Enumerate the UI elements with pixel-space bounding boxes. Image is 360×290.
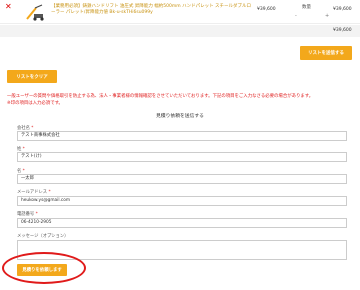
- required-mark: *: [35, 212, 38, 217]
- email-field[interactable]: heukow.ys@gmail.com: [17, 196, 347, 206]
- lastname-field[interactable]: テスト(け): [17, 152, 347, 162]
- phone-label: 電話番号 *: [17, 211, 38, 217]
- phone-field[interactable]: 06-4210-2905: [17, 218, 347, 228]
- email-label: メールアドレス *: [17, 189, 51, 195]
- notice-line: 一般ユーザーの質問や価格取引を防止する為、法人・事業者様の情報確認をさせていただ…: [7, 94, 314, 99]
- company-field[interactable]: テスト商事株式会社: [17, 131, 347, 141]
- phone-label-text: 電話番号: [17, 212, 35, 217]
- message-label: メッセージ（オプション）: [17, 234, 69, 239]
- form-title: 見積り依頼を送信する: [156, 114, 204, 119]
- required-mark: *: [48, 190, 51, 195]
- quantity-label: 数量: [302, 5, 311, 10]
- notice-text: 一般ユーザーの質問や価格取引を防止する為、法人・事業者様の情報確認をさせていただ…: [7, 93, 353, 107]
- product-thumbnail[interactable]: [24, 2, 46, 22]
- cart-total-bar: ¥39,600: [0, 25, 360, 37]
- remove-item-icon[interactable]: ✕: [5, 3, 12, 11]
- line-total: ¥39,600: [333, 7, 352, 12]
- cart-item-row: ✕ 【業務用必須】鋳鉄ハンドリフト 油圧式 昇降能力 幅約500mm ハンドパレ…: [0, 0, 360, 24]
- clear-list-button[interactable]: リストをクリア: [7, 70, 57, 83]
- cart-total: ¥39,600: [333, 28, 352, 33]
- highlight-annotation: [2, 252, 86, 284]
- required-note: ※印の項目は入力必須です。: [7, 101, 63, 106]
- product-name-link[interactable]: 【業務用必須】鋳鉄ハンドリフト 油圧式 昇降能力 幅約500mm ハンドパレット…: [51, 4, 251, 15]
- firstname-field[interactable]: 一太郎: [17, 174, 347, 184]
- quantity-increase-button[interactable]: +: [325, 13, 329, 19]
- quantity-decrease-button[interactable]: -: [295, 13, 297, 19]
- email-label-text: メールアドレス: [17, 190, 48, 195]
- send-list-button[interactable]: リストを送信する: [300, 46, 352, 60]
- unit-price: ¥39,600: [257, 7, 276, 12]
